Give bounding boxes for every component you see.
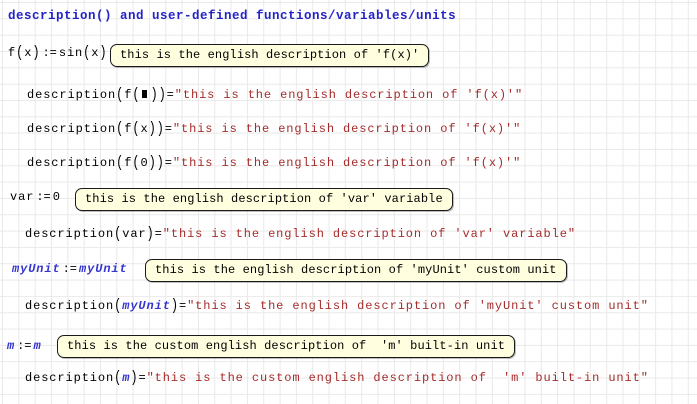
parenthesis: ( (116, 153, 125, 172)
math-text: = (164, 122, 173, 136)
math-text: = (178, 299, 188, 313)
parenthesis: ) (32, 43, 41, 62)
math-text: var (10, 190, 35, 204)
parenthesis: ( (114, 296, 123, 315)
math-region-var-definition[interactable]: var:= 0 (10, 190, 61, 204)
description-note-var[interactable]: this is the english description of 'var'… (75, 188, 453, 211)
math-text: x (140, 122, 149, 136)
parenthesis: ) (170, 296, 179, 315)
definition-operator: := (17, 339, 32, 353)
string-result: "this is the english description of 'f(x… (174, 88, 524, 102)
math-text: f (124, 122, 133, 136)
parenthesis: ( (83, 43, 92, 62)
unit-name: m (33, 339, 42, 353)
math-text: description (25, 299, 115, 313)
math-region-description-f-x[interactable]: description(f(x))="this is the english d… (27, 119, 522, 138)
unit-name: myUnit (122, 299, 171, 313)
unit-name: myUnit (79, 262, 128, 276)
math-text: description (27, 122, 117, 136)
parenthesis: ) (146, 224, 155, 243)
description-note-m[interactable]: this is the custom english description o… (57, 335, 516, 358)
definition-operator: := (36, 190, 51, 204)
string-result: "this is the english description of 'var… (162, 227, 576, 241)
unit-name: m (7, 339, 16, 353)
math-text: x (24, 46, 33, 60)
parenthesis: ( (114, 224, 123, 243)
page-title[interactable]: description() and user-defined functions… (8, 9, 456, 23)
math-text: sin (58, 46, 84, 60)
math-text: description (27, 88, 117, 102)
parenthesis: ) (156, 119, 165, 138)
math-text: = (164, 156, 173, 170)
math-text: f (124, 156, 133, 170)
math-region-description-m[interactable]: description(m)="this is the custom engli… (25, 368, 649, 387)
math-text: description (25, 227, 115, 241)
parenthesis: ( (132, 153, 141, 172)
unit-name: m (122, 371, 131, 385)
math-text: = (166, 88, 175, 102)
math-text: var (122, 227, 147, 241)
math-text: description (25, 371, 115, 385)
math-region-f-definition[interactable]: f(x):= sin(x) (8, 43, 108, 62)
parenthesis: ( (114, 368, 123, 387)
parenthesis: ( (116, 119, 125, 138)
parenthesis: ) (130, 368, 139, 387)
math-region-m-definition[interactable]: m:= m (7, 339, 42, 353)
description-note-f[interactable]: this is the english description of 'f(x)… (110, 44, 430, 67)
string-result: "this is the english description of 'f(x… (172, 156, 522, 170)
parenthesis: ) (150, 85, 159, 104)
math-text: = (138, 371, 147, 385)
math-text: description (27, 156, 117, 170)
math-region-description-f-0[interactable]: description(f(0))="this is the english d… (27, 153, 522, 172)
parenthesis: ( (132, 119, 141, 138)
math-text: 0 (52, 190, 61, 204)
placeholder-icon (142, 90, 148, 98)
math-region-description-var[interactable]: description(var)="this is the english de… (25, 224, 576, 243)
parenthesis: ) (148, 119, 157, 138)
math-text: 0 (140, 156, 149, 170)
parenthesis: ( (16, 43, 25, 62)
math-text: f (8, 46, 17, 60)
string-result: "this is the custom english description … (146, 371, 649, 385)
math-region-description-myunit[interactable]: description(myUnit)="this is the english… (25, 296, 649, 315)
parenthesis: ) (148, 153, 157, 172)
string-result: "this is the english description of 'myU… (187, 299, 649, 313)
definition-operator: := (62, 262, 78, 276)
description-note-myunit[interactable]: this is the english description of 'myUn… (145, 259, 567, 282)
unit-name: myUnit (12, 262, 61, 276)
parenthesis: ) (99, 43, 108, 62)
math-text: = (154, 227, 163, 241)
math-region-myunit-definition[interactable]: myUnit:= myUnit (12, 262, 128, 276)
parenthesis: ) (156, 153, 165, 172)
parenthesis: ( (116, 85, 125, 104)
definition-operator: := (42, 46, 57, 60)
string-result: "this is the english description of 'f(x… (172, 122, 522, 136)
parenthesis: ) (158, 85, 167, 104)
math-text: x (91, 46, 100, 60)
math-text: f (124, 88, 133, 102)
worksheet-canvas[interactable]: description() and user-defined functions… (0, 0, 697, 404)
math-region-description-f-placeholder[interactable]: description(f())="this is the english de… (27, 85, 524, 104)
parenthesis: ( (132, 85, 141, 104)
